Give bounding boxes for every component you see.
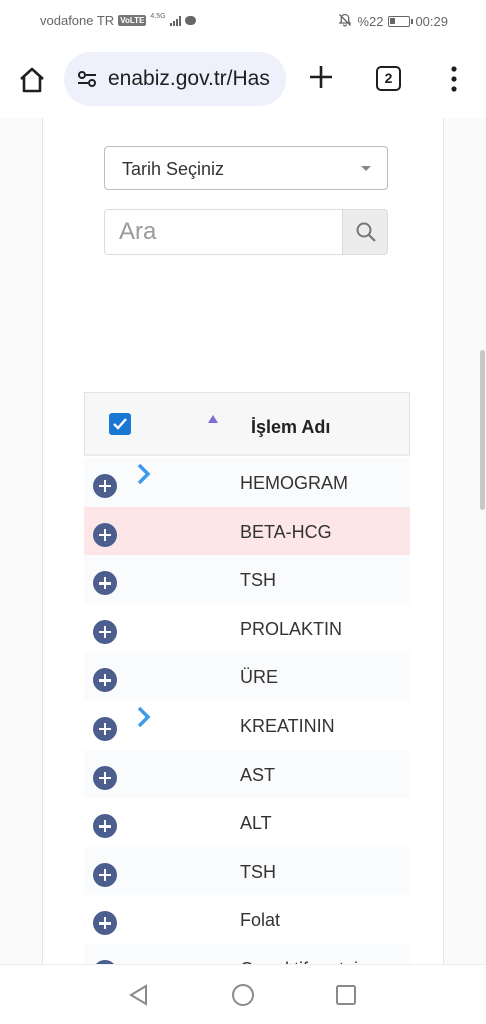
table-header: İşlem Adı [84, 392, 410, 456]
procedure-name: BETA-HCG [240, 521, 332, 542]
table-row[interactable]: PROLAKTIN [84, 603, 410, 653]
procedure-name: PROLAKTIN [240, 618, 343, 639]
site-settings-icon[interactable] [76, 68, 98, 90]
search-group [104, 209, 388, 255]
expand-row-icon[interactable] [93, 619, 117, 644]
url-text[interactable]: enabiz.gov.tr/Has [108, 67, 270, 91]
procedure-name: ÜRE [240, 667, 279, 688]
volte-badge: VoLTE [118, 15, 147, 26]
table-row[interactable]: ALT [84, 798, 410, 848]
table-row[interactable]: KREATININ [84, 701, 410, 750]
home-nav-icon[interactable] [231, 983, 255, 1007]
more-options-icon[interactable] [444, 64, 464, 94]
procedure-name: TSH [240, 570, 276, 591]
chevron-right-icon[interactable] [136, 462, 152, 486]
procedure-name: TSH [240, 861, 276, 882]
chevron-down-icon [361, 166, 371, 171]
date-select[interactable]: Tarih Seçiniz [104, 146, 388, 190]
procedure-name: HEMOGRAM [240, 473, 348, 493]
table-row[interactable]: AST [84, 749, 410, 799]
battery-percent: %22 [357, 14, 384, 29]
expand-row-icon[interactable] [93, 668, 117, 693]
search-input[interactable] [104, 209, 342, 255]
column-header-procedure[interactable]: İşlem Adı [251, 417, 330, 438]
procedures-table: İşlem Adı HEMOGRAM BETA-HCG TSH PROLAKTIN ÜR… [84, 392, 410, 964]
table-row[interactable]: TSH [84, 555, 410, 605]
expand-row-icon[interactable] [93, 911, 117, 936]
expand-row-icon[interactable] [93, 474, 117, 498]
recents-icon[interactable] [335, 984, 357, 1006]
message-icon [184, 16, 196, 25]
procedure-name: Folat [240, 910, 281, 931]
sort-ascending-icon[interactable] [208, 415, 218, 423]
date-select-label: Tarih Seçiniz [122, 159, 225, 179]
table-row[interactable]: TSH [84, 846, 410, 896]
status-bar: vodafone TR VoLTE 4.5G %22 00:29 [0, 0, 486, 40]
table-row[interactable]: BETA-HCG [84, 506, 410, 556]
system-nav-bar [0, 964, 486, 1024]
expand-row-icon[interactable] [93, 765, 117, 790]
select-all-checkbox[interactable] [109, 413, 131, 435]
phone-screen: vodafone TR VoLTE 4.5G %22 00:29 enabiz.… [0, 0, 486, 1024]
expand-row-icon[interactable] [93, 814, 117, 839]
clock: 00:29 [415, 14, 448, 29]
mute-bell-icon [338, 13, 352, 30]
procedure-name: ALT [240, 813, 272, 834]
battery-icon [388, 16, 414, 27]
expand-row-icon[interactable] [93, 862, 117, 887]
page-scrollbar[interactable] [480, 350, 485, 510]
procedure-name: AST [240, 764, 276, 785]
check-icon [113, 418, 127, 430]
address-bar[interactable]: enabiz.gov.tr/Has [64, 52, 286, 106]
table-row[interactable]: C-reaktif protein [84, 944, 410, 964]
table-row[interactable]: HEMOGRAM [84, 458, 410, 507]
status-left: vodafone TR VoLTE 4.5G [40, 13, 196, 28]
status-right: %22 00:29 [338, 13, 448, 30]
expand-row-icon[interactable] [93, 571, 117, 596]
expand-row-icon[interactable] [93, 522, 117, 547]
web-page: Tarih Seçiniz İşlem Adı HEMOGRAM BETA-HCG… [0, 118, 486, 964]
browser-toolbar: enabiz.gov.tr/Has 2 [0, 40, 486, 118]
expand-row-icon[interactable] [93, 717, 117, 741]
new-tab-icon[interactable] [306, 62, 336, 92]
back-icon[interactable] [128, 983, 150, 1007]
signal-icon [169, 15, 181, 26]
procedure-name: KREATININ [240, 716, 335, 736]
home-icon[interactable] [16, 64, 48, 96]
table-row[interactable]: ÜRE [84, 652, 410, 702]
tab-switcher-button[interactable]: 2 [376, 66, 401, 91]
network-type: 4.5G [150, 13, 166, 20]
table-row[interactable]: Folat [84, 895, 410, 945]
search-button[interactable] [342, 209, 388, 255]
chevron-right-icon[interactable] [136, 705, 152, 729]
carrier-name: vodafone TR [40, 13, 115, 28]
search-icon [356, 222, 376, 242]
